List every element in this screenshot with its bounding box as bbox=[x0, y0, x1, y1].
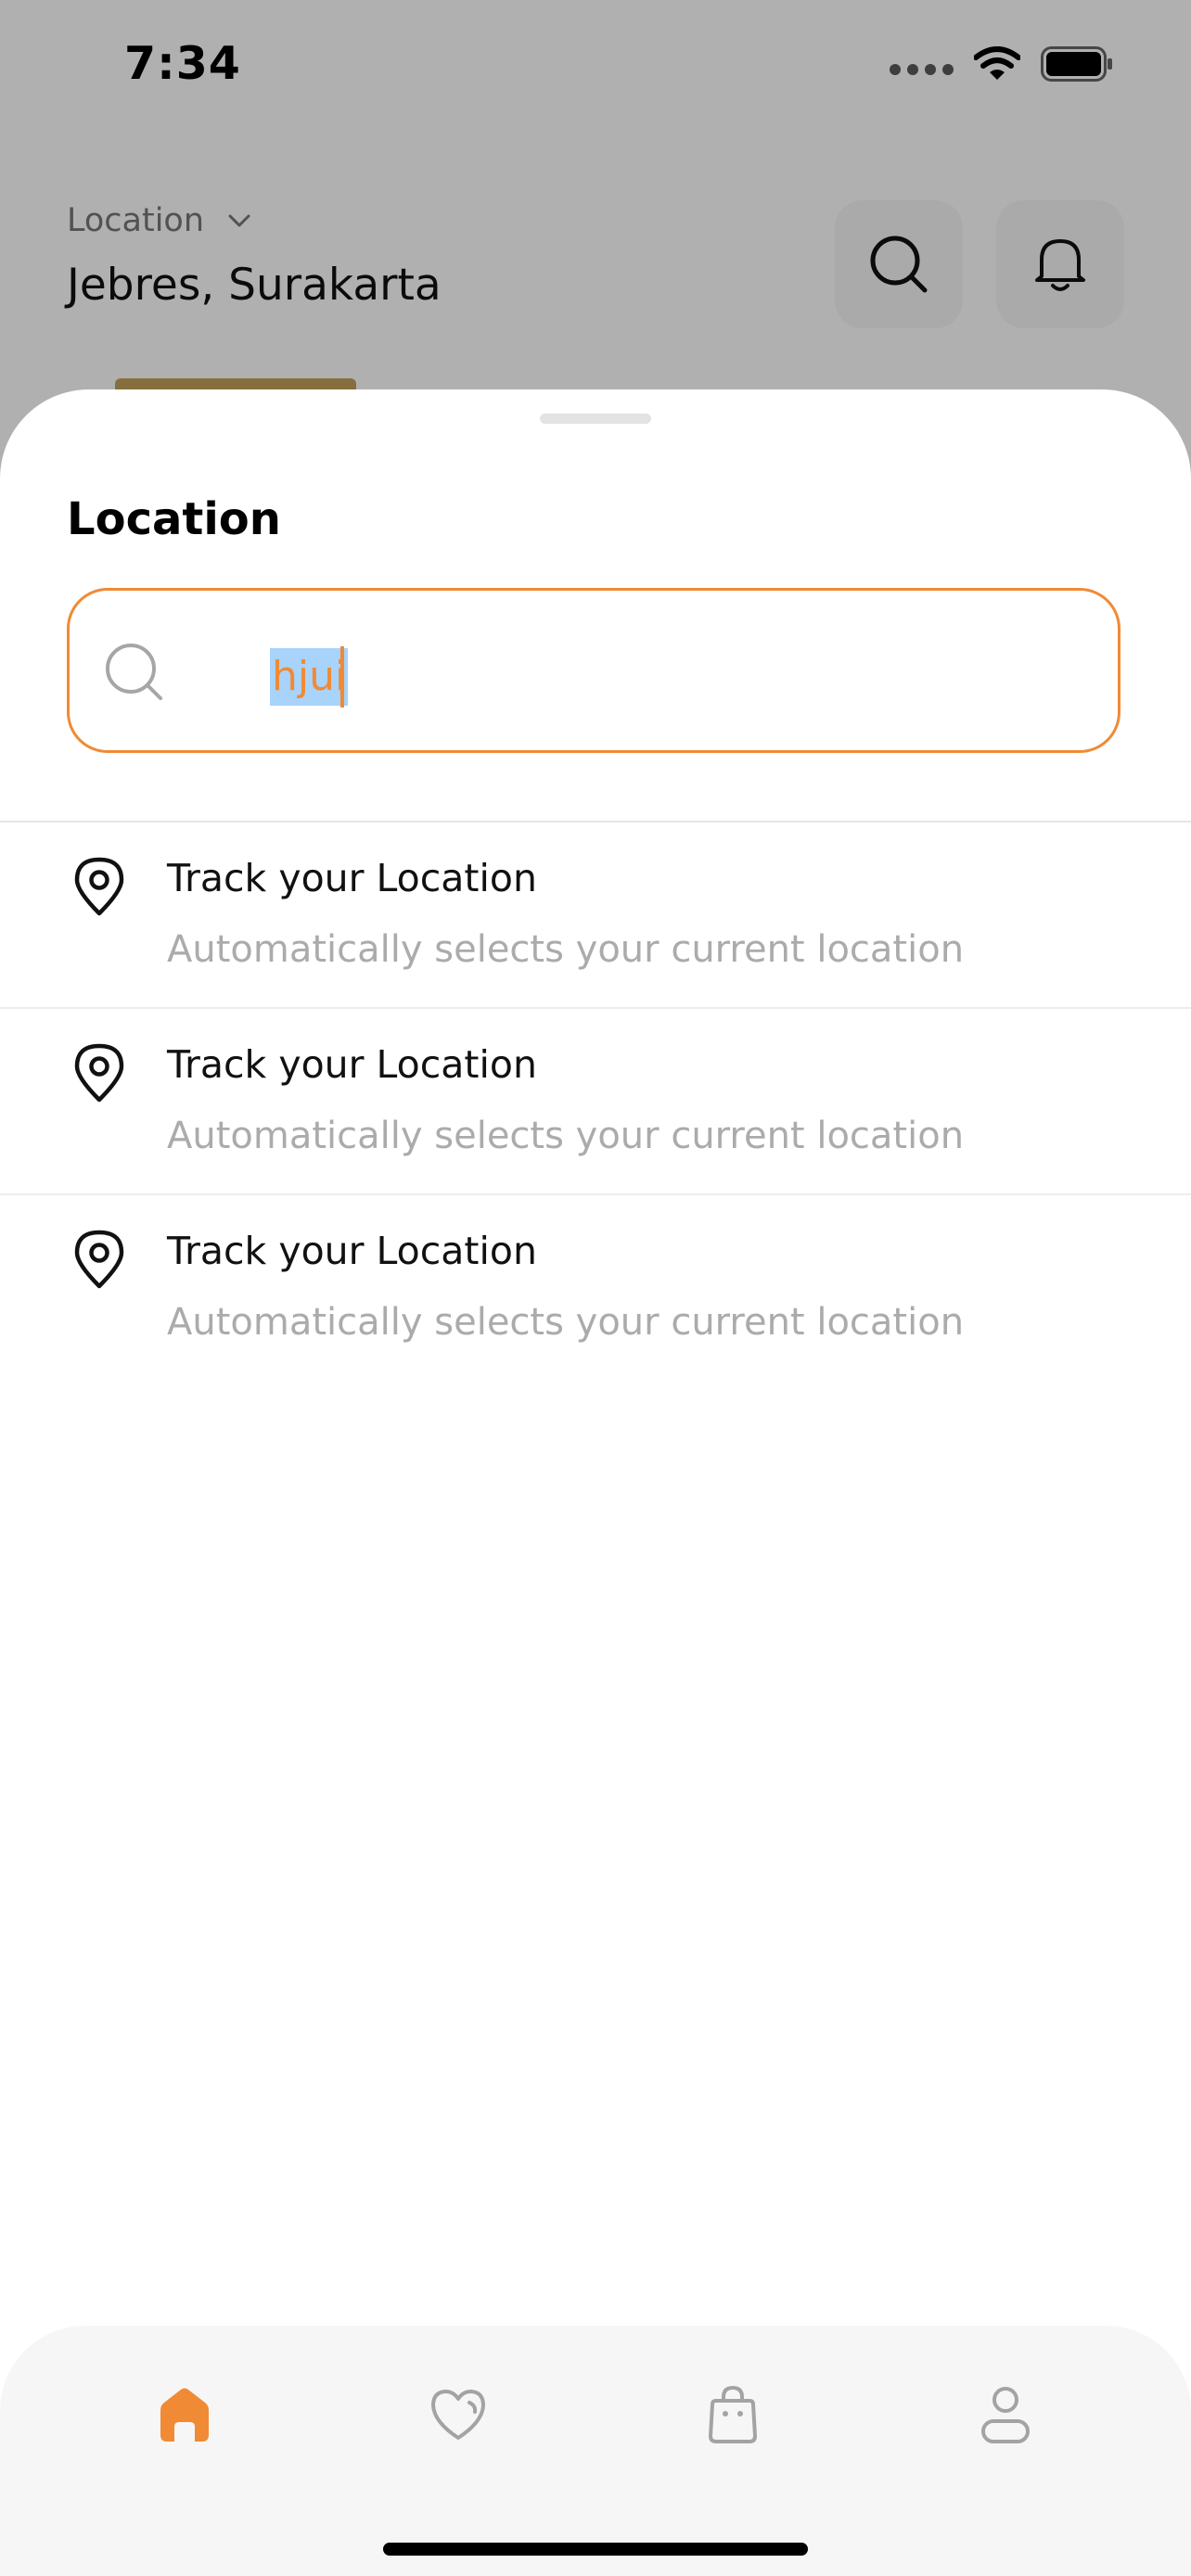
user-icon bbox=[981, 2387, 1030, 2443]
text-caret bbox=[340, 646, 344, 708]
list-item-subtitle: Automatically selects your current locat… bbox=[167, 1115, 965, 1157]
nav-profile[interactable] bbox=[968, 2378, 1043, 2452]
list-item-title: Track your Location bbox=[167, 1229, 537, 1273]
list-item-title: Track your Location bbox=[167, 856, 537, 900]
list-item-title: Track your Location bbox=[167, 1042, 537, 1087]
nav-favorites[interactable] bbox=[421, 2378, 495, 2452]
list-item-subtitle: Automatically selects your current locat… bbox=[167, 1301, 965, 1344]
bottom-nav bbox=[0, 2326, 1191, 2576]
shopping-bag-icon bbox=[709, 2385, 757, 2443]
home-indicator[interactable] bbox=[383, 2543, 808, 2556]
sheet-title: Location bbox=[67, 493, 281, 545]
search-icon bbox=[106, 644, 162, 700]
location-pin-icon bbox=[74, 1230, 124, 1289]
nav-bag[interactable] bbox=[696, 2378, 770, 2452]
list-item[interactable]: Track your Location Automatically select… bbox=[0, 1195, 1191, 1380]
location-pin-icon bbox=[74, 1043, 124, 1103]
location-bottom-sheet: Location hjui Track your Location Automa… bbox=[0, 389, 1191, 2576]
location-options-list: Track your Location Automatically select… bbox=[0, 823, 1191, 1380]
location-pin-icon bbox=[74, 857, 124, 916]
location-search-field[interactable]: hjui bbox=[67, 588, 1121, 753]
home-icon bbox=[160, 2388, 209, 2442]
list-item-subtitle: Automatically selects your current locat… bbox=[167, 928, 965, 971]
sheet-grabber[interactable] bbox=[540, 414, 651, 424]
list-item[interactable]: Track your Location Automatically select… bbox=[0, 1009, 1191, 1195]
list-item[interactable]: Track your Location Automatically select… bbox=[0, 823, 1191, 1009]
nav-home[interactable] bbox=[147, 2378, 222, 2452]
heart-icon bbox=[431, 2390, 485, 2440]
search-input-value[interactable]: hjui bbox=[270, 648, 349, 706]
